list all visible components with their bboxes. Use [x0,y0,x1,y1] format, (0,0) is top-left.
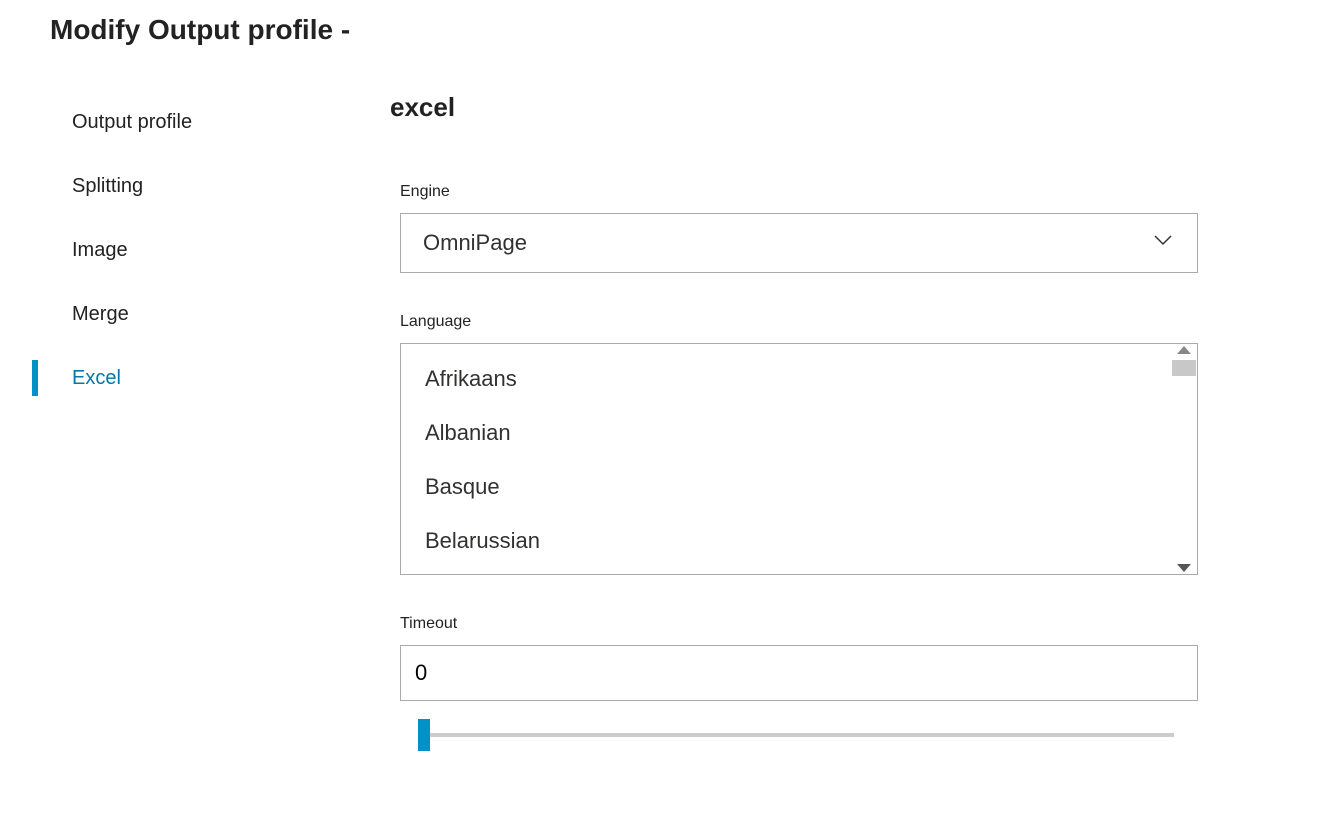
slider-thumb[interactable] [418,719,430,751]
language-listbox-inner: Afrikaans Albanian Basque Belarussian [401,344,1171,574]
scroll-down-icon[interactable] [1177,564,1191,572]
scroll-up-icon[interactable] [1177,346,1191,354]
sidebar-item-merge[interactable]: Merge [32,282,332,346]
chevron-down-icon [1151,228,1175,258]
language-option[interactable]: Albanian [401,406,1171,460]
sidebar-item-excel[interactable]: Excel [32,346,332,410]
sidebar-item-splitting[interactable]: Splitting [32,154,332,218]
timeout-slider[interactable] [400,717,1198,757]
engine-label: Engine [400,183,1200,201]
language-label: Language [400,313,1200,331]
language-option[interactable]: Basque [401,460,1171,514]
sidebar: Output profile Splitting Image Merge Exc… [32,90,332,410]
sidebar-item-output-profile[interactable]: Output profile [32,90,332,154]
slider-track [424,733,1174,737]
scroll-track[interactable] [1171,354,1197,564]
scroll-thumb[interactable] [1172,360,1196,376]
engine-select[interactable]: OmniPage [400,213,1198,273]
sidebar-item-image[interactable]: Image [32,218,332,282]
language-listbox[interactable]: Afrikaans Albanian Basque Belarussian [400,343,1198,575]
language-scrollbar[interactable] [1171,344,1197,574]
content-panel: excel Engine OmniPage Language Afrikaans… [390,92,1200,757]
timeout-input[interactable] [400,645,1198,701]
language-option[interactable]: Belarussian [401,514,1171,568]
engine-select-value: OmniPage [423,230,527,256]
section-title: excel [390,92,1200,123]
language-option[interactable]: Afrikaans [401,352,1171,406]
timeout-label: Timeout [400,615,1200,633]
page-title: Modify Output profile - [50,14,350,46]
